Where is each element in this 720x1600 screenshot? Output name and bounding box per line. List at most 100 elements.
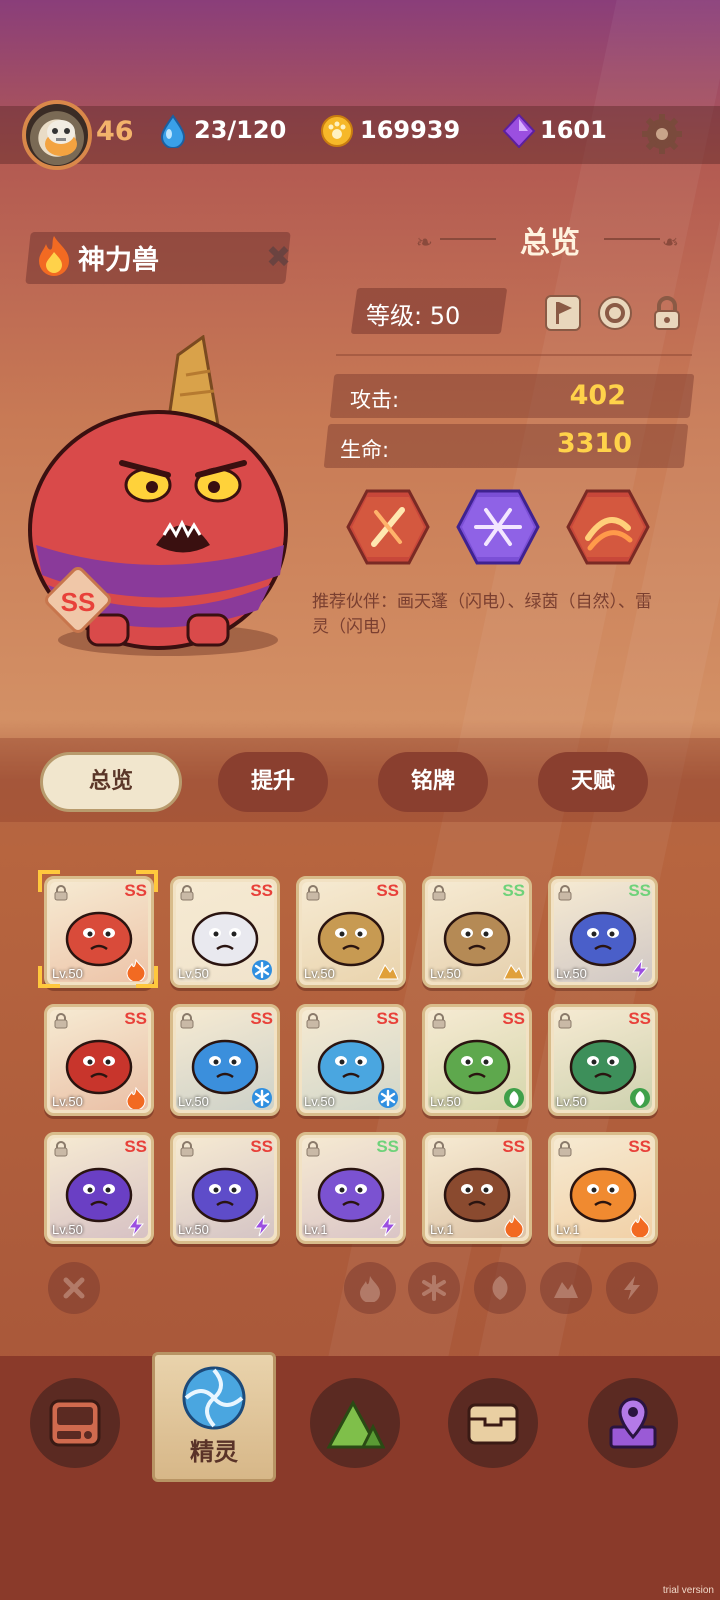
tab-upgrade[interactable]: 提升 <box>218 752 328 812</box>
player-avatar[interactable] <box>22 100 92 170</box>
rank-badge: SS <box>628 881 651 900</box>
lock-icon[interactable] <box>179 1013 195 1029</box>
fire-icon <box>39 236 69 276</box>
divider <box>336 354 692 356</box>
avatar-icon <box>45 120 77 156</box>
clear-filter-button[interactable] <box>48 1262 100 1314</box>
filter-ice[interactable] <box>408 1262 460 1314</box>
energy-count: 23/120 <box>194 116 287 144</box>
monster-thumbnail <box>317 1167 385 1223</box>
lightning-icon <box>624 1276 640 1300</box>
lock-icon[interactable] <box>305 1141 321 1157</box>
mountain-icon <box>326 1399 385 1449</box>
record-icon[interactable] <box>596 294 634 332</box>
lightning-icon <box>125 1214 147 1237</box>
close-icon[interactable]: ✖ <box>266 240 291 275</box>
filter-earth[interactable] <box>540 1262 592 1314</box>
lock-icon[interactable] <box>179 885 195 901</box>
fire-icon <box>125 1086 147 1111</box>
filter-fire[interactable] <box>344 1262 396 1314</box>
rank-badge: SS <box>376 881 399 900</box>
rank-badge: SS <box>502 1137 525 1156</box>
watermark: trial version <box>662 1585 714 1596</box>
tab-talent[interactable]: 天赋 <box>538 752 648 812</box>
monster-card[interactable]: SS Lv.50 <box>548 1004 658 1116</box>
rank-badge: SS <box>502 881 525 900</box>
monster-card[interactable]: SS Lv.50 <box>422 876 532 988</box>
monster-card[interactable]: SS Lv.50 <box>170 876 280 988</box>
rank-badge: SS <box>376 1009 399 1028</box>
tv-icon <box>49 1399 101 1447</box>
nature-icon <box>503 1087 525 1109</box>
monster-thumbnail <box>443 1167 511 1223</box>
lock-icon[interactable] <box>431 1141 447 1157</box>
lock-icon[interactable] <box>179 1141 195 1157</box>
lock-icon[interactable] <box>648 294 686 332</box>
rank-badge: SS <box>61 587 96 617</box>
nav-shop[interactable] <box>30 1378 120 1468</box>
lightning-icon <box>377 1214 399 1237</box>
monster-thumbnail <box>569 911 637 967</box>
lightning-icon <box>251 1214 273 1237</box>
selection-corner <box>38 966 60 988</box>
clear-filter-icon <box>63 1277 85 1299</box>
monster-thumbnail <box>65 911 133 967</box>
lock-icon[interactable] <box>305 1013 321 1029</box>
monster-card[interactable]: SS Lv.50 <box>296 1004 406 1116</box>
water-drop-icon <box>160 114 186 148</box>
chest-icon <box>467 1403 519 1445</box>
tab-badge[interactable]: 铭牌 <box>378 752 488 812</box>
nature-icon <box>492 1276 508 1300</box>
filter-lightning[interactable] <box>606 1262 658 1314</box>
flag-icon[interactable] <box>544 294 582 332</box>
monster-level: Lv.50 <box>304 966 335 981</box>
lock-icon[interactable] <box>53 1141 69 1157</box>
monster-card[interactable]: SS Lv.50 <box>422 1004 532 1116</box>
gem-count: 1601 <box>540 116 607 144</box>
gear-icon[interactable] <box>640 112 684 156</box>
monster-card[interactable]: SS Lv.1 <box>296 1132 406 1244</box>
monster-card[interactable]: SS Lv.50 <box>296 876 406 988</box>
nav-map[interactable] <box>588 1378 678 1468</box>
tab-overview[interactable]: 总览 <box>40 752 182 812</box>
rank-badge: SS <box>628 1009 651 1028</box>
lock-icon[interactable] <box>557 1141 573 1157</box>
rank-badge: SS <box>250 1009 273 1028</box>
monster-thumbnail <box>443 1039 511 1095</box>
monster-level: Lv.50 <box>52 1094 83 1109</box>
lock-icon[interactable] <box>431 1013 447 1029</box>
monster-card[interactable]: SS Lv.50 <box>170 1004 280 1116</box>
lock-icon[interactable] <box>557 1013 573 1029</box>
skill-slash-icon[interactable] <box>346 488 430 566</box>
lock-icon[interactable] <box>53 1013 69 1029</box>
monster-thumbnail <box>443 911 511 967</box>
rank-badge: SS <box>376 1137 399 1156</box>
ice-icon <box>377 1087 399 1109</box>
monster-card[interactable]: SS Lv.1 <box>422 1132 532 1244</box>
monster-card[interactable]: SS Lv.50 <box>44 1004 154 1116</box>
monster-card[interactable]: SS Lv.50 <box>548 876 658 988</box>
skill-star-icon[interactable] <box>456 488 540 566</box>
monster-thumbnail <box>191 1039 259 1095</box>
nav-bag[interactable] <box>448 1378 538 1468</box>
monster-card[interactable]: SS Lv.50 <box>44 1132 154 1244</box>
fire-icon <box>360 1276 380 1302</box>
nav-world[interactable] <box>310 1378 400 1468</box>
hp-label: 生命: <box>340 438 390 462</box>
summary-title: 总览 <box>520 226 580 261</box>
player-level: 46 <box>96 116 134 147</box>
filter-nature[interactable] <box>474 1262 526 1314</box>
skill-wave-icon[interactable] <box>566 488 650 566</box>
lock-icon[interactable] <box>557 885 573 901</box>
monster-level: Lv.50 <box>304 1094 335 1109</box>
rank-badge: SS <box>628 1137 651 1156</box>
attack-value: 402 <box>569 380 626 411</box>
monster-thumbnail <box>65 1039 133 1095</box>
monster-card[interactable]: SS Lv.1 <box>548 1132 658 1244</box>
nature-icon <box>629 1087 651 1109</box>
spirit-swirl-icon <box>182 1366 246 1430</box>
ornament-right-icon: ❧ <box>662 230 679 254</box>
monster-card[interactable]: SS Lv.50 <box>170 1132 280 1244</box>
lock-icon[interactable] <box>305 885 321 901</box>
lock-icon[interactable] <box>431 885 447 901</box>
